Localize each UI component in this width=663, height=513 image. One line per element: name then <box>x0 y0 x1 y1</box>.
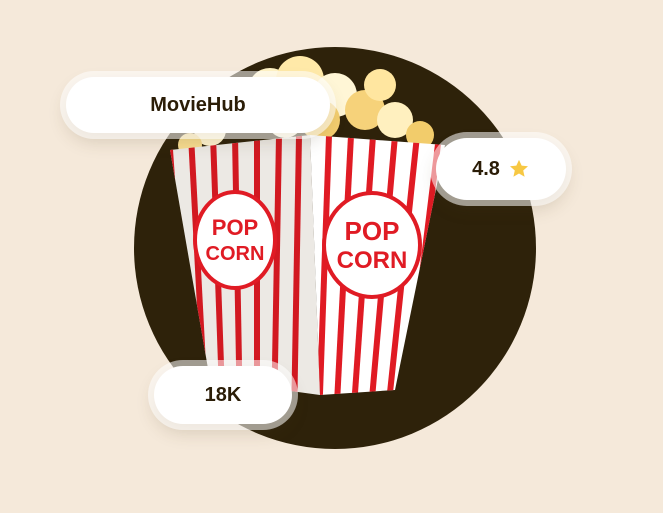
popcorn-label-right-line2: CORN <box>337 247 408 274</box>
rating-badge: 4.8 <box>436 138 566 200</box>
popcorn-label-left-line1: POP <box>212 215 258 240</box>
brand-name: MovieHub <box>150 93 246 116</box>
audience-count-badge: 18K <box>154 366 292 424</box>
popcorn-label-right: POP CORN <box>322 191 422 299</box>
audience-count: 18K <box>204 383 242 406</box>
popcorn-label-left-line2: CORN <box>206 243 265 265</box>
star-icon <box>509 159 528 177</box>
hero-stage: POP CORN POP CORN MovieHub 4.8 18K <box>0 0 663 513</box>
brand-badge: MovieHub <box>66 77 330 133</box>
popcorn-label-left: POP CORN <box>193 190 277 290</box>
popcorn-label-right-line1: POP <box>345 216 400 246</box>
rating-value: 4.8 <box>472 157 500 180</box>
